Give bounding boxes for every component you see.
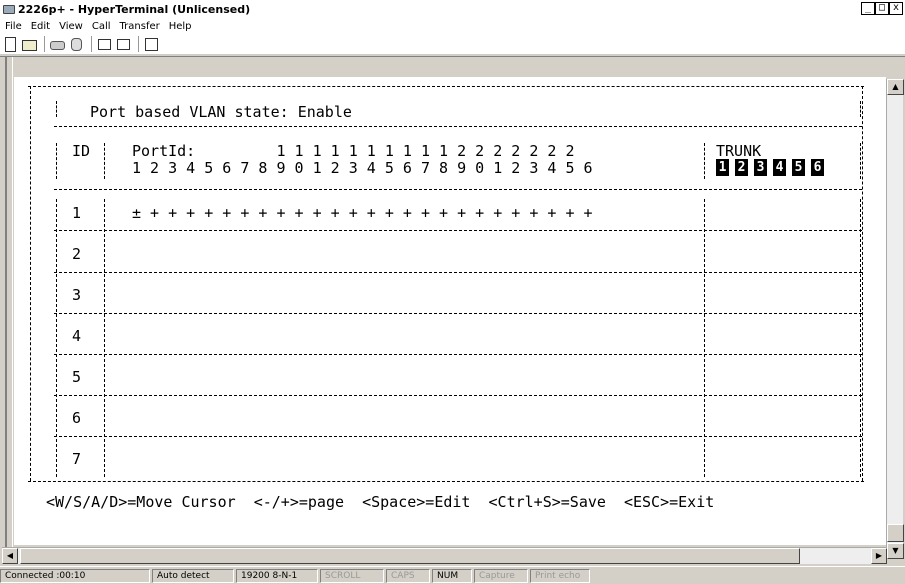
- toolbar-separator: [44, 36, 45, 52]
- border-line: [28, 481, 864, 482]
- new-icon[interactable]: [2, 36, 18, 52]
- status-scroll: SCROLL: [320, 568, 384, 583]
- vlan-id-cell: 6: [72, 409, 82, 427]
- border-line: [30, 86, 31, 481]
- receive-icon[interactable]: [115, 36, 131, 52]
- row-divider: [54, 395, 862, 396]
- row-divider: [54, 230, 862, 231]
- vertical-scroll-thumb[interactable]: [887, 524, 904, 542]
- menu-file[interactable]: File: [0, 21, 26, 32]
- trunk-1: 1: [716, 159, 729, 176]
- scroll-right-icon[interactable]: ▶: [871, 548, 887, 564]
- close-button[interactable]: x: [889, 2, 903, 15]
- border-line: [860, 199, 861, 477]
- help-line: <W/S/A/D>=Move Cursor <-/+>=page <Space>…: [46, 493, 715, 511]
- border-line: [860, 101, 861, 117]
- menu-edit[interactable]: Edit: [26, 21, 54, 32]
- status-settings: 19200 8-N-1: [236, 568, 318, 583]
- properties-icon[interactable]: [143, 36, 159, 52]
- trunk-5: 5: [792, 159, 805, 176]
- vlan-id-cell: 7: [72, 450, 82, 468]
- menu-help[interactable]: Help: [164, 21, 196, 32]
- hyperterminal-icon: [2, 3, 16, 15]
- border-line: [54, 189, 862, 190]
- border-line: [104, 143, 105, 179]
- terminal-left-border: [5, 57, 13, 548]
- status-caps: CAPS: [386, 568, 430, 583]
- border-line: [104, 199, 105, 477]
- menu-bar: File Edit View Call Transfer Help: [0, 18, 905, 34]
- border-line: [28, 86, 864, 87]
- vertical-scrollbar[interactable]: ▲ ▼: [886, 79, 904, 559]
- horizontal-scrollbar[interactable]: ◀ ▶: [2, 547, 887, 564]
- border-line: [54, 126, 862, 127]
- toolbar-separator: [91, 36, 92, 52]
- border-line: [860, 143, 861, 179]
- terminal-screen[interactable]: Port based VLAN state: Enable ID PortId:…: [14, 77, 886, 545]
- row-divider: [54, 272, 862, 273]
- vlan-state-text: Port based VLAN state: Enable: [90, 103, 352, 121]
- port-tens-row: 1 1 1 1 1 1 1 1 1 1 2 2 2 2 2 2 2: [132, 142, 575, 160]
- row-divider: [54, 436, 862, 437]
- trunk-list: 123456: [716, 159, 830, 176]
- trunk-3: 3: [754, 159, 767, 176]
- toolbar-separator: [138, 36, 139, 52]
- status-num: NUM: [432, 568, 472, 583]
- trunk-6: 6: [811, 159, 824, 176]
- maximize-button[interactable]: □: [875, 2, 889, 15]
- disconnect-icon[interactable]: [68, 36, 84, 52]
- border-line: [56, 101, 57, 117]
- status-capture: Capture: [474, 568, 528, 583]
- row-divider: [54, 354, 862, 355]
- border-line: [704, 199, 705, 477]
- vlan-row-ports[interactable]: ± + + + + + + + + + + + + + + + + + + + …: [132, 205, 593, 221]
- id-header: ID: [72, 142, 91, 160]
- status-detect: Auto detect: [152, 568, 234, 583]
- scroll-down-icon[interactable]: ▼: [887, 543, 904, 559]
- border-line: [56, 199, 57, 477]
- status-connected: Connected :00:10: [0, 568, 150, 583]
- title-bar: 2226p+ - HyperTerminal (Unlicensed) _ □ …: [0, 0, 905, 18]
- terminal-frame: Port based VLAN state: Enable ID PortId:…: [0, 56, 905, 559]
- send-icon[interactable]: [96, 36, 112, 52]
- window-title: 2226p+ - HyperTerminal (Unlicensed): [18, 2, 251, 16]
- menu-transfer[interactable]: Transfer: [115, 21, 164, 32]
- trunk-2: 2: [735, 159, 748, 176]
- scroll-left-icon[interactable]: ◀: [2, 548, 18, 564]
- scroll-up-icon[interactable]: ▲: [887, 79, 904, 95]
- border-line: [56, 143, 57, 179]
- vlan-id-cell: 2: [72, 245, 82, 263]
- trunk-4: 4: [773, 159, 786, 176]
- vlan-id-cell: 4: [72, 327, 82, 345]
- connect-icon[interactable]: [49, 36, 65, 52]
- menu-call[interactable]: Call: [87, 21, 115, 32]
- menu-view[interactable]: View: [54, 21, 87, 32]
- vlan-id-cell: 1: [72, 204, 82, 222]
- row-divider: [54, 313, 862, 314]
- border-line: [862, 86, 863, 481]
- toolbar: [0, 34, 905, 55]
- port-ones-row: 1 2 3 4 5 6 7 8 9 0 1 2 3 4 5 6 7 8 9 0 …: [132, 159, 593, 177]
- status-print-echo: Print echo: [530, 568, 590, 583]
- border-line: [704, 143, 705, 179]
- window-controls: _ □ x: [861, 2, 903, 15]
- minimize-button[interactable]: _: [861, 2, 875, 15]
- status-bar: Connected :00:10 Auto detect 19200 8-N-1…: [0, 566, 905, 584]
- open-icon[interactable]: [21, 36, 37, 52]
- vlan-id-cell: 3: [72, 286, 82, 304]
- horizontal-scroll-thumb[interactable]: [20, 548, 800, 564]
- trunk-header: TRUNK: [716, 142, 762, 160]
- vlan-id-cell: 5: [72, 368, 82, 386]
